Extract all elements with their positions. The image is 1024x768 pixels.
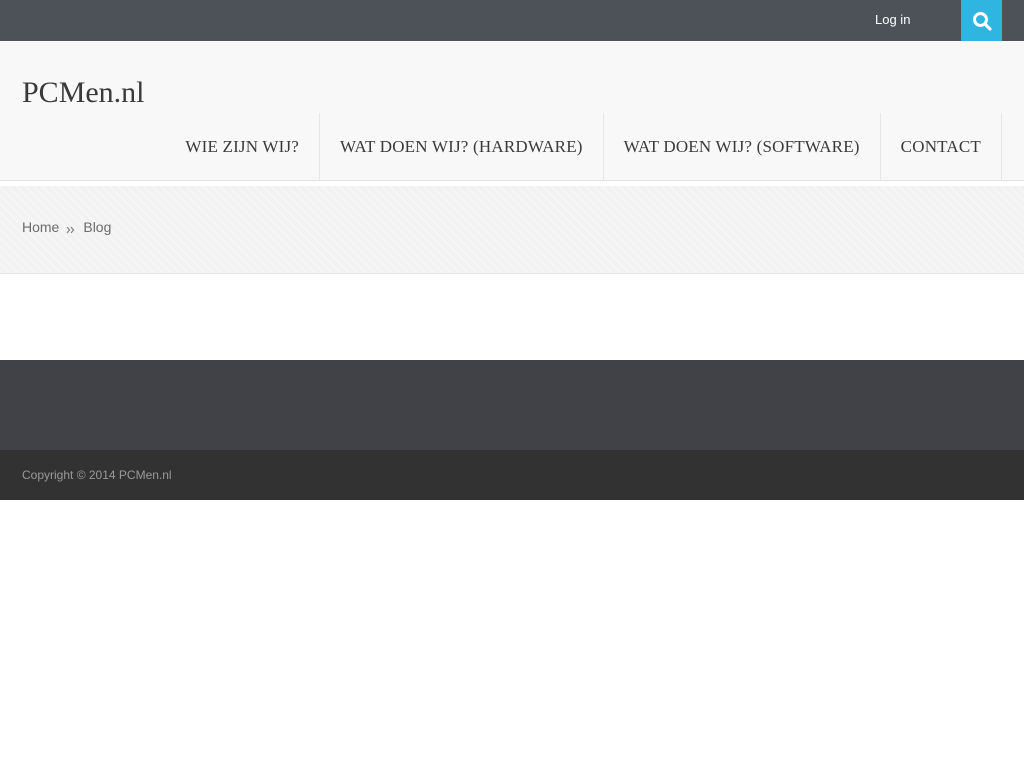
- site-header: PCMen.nl WIE ZIJN WIJ? WAT DOEN WIJ? (HA…: [0, 41, 1024, 181]
- login-link[interactable]: Log in: [875, 12, 910, 28]
- breadcrumb: Home Blog: [22, 219, 111, 235]
- breadcrumb-current: Blog: [83, 219, 112, 235]
- nav-item-wie-zijn-wij[interactable]: WIE ZIJN WIJ?: [185, 113, 321, 181]
- nav-item-hardware[interactable]: WAT DOEN WIJ? (HARDWARE): [320, 113, 604, 181]
- footer-widgets-area: [0, 360, 1024, 450]
- nav-item-software[interactable]: WAT DOEN WIJ? (SOFTWARE): [604, 113, 881, 181]
- footer-bottom: Copyright © 2014 PCMen.nl: [0, 450, 1024, 500]
- breadcrumb-band: Home Blog: [0, 186, 1024, 274]
- breadcrumb-home-link[interactable]: Home: [22, 219, 59, 235]
- main-navigation: WIE ZIJN WIJ? WAT DOEN WIJ? (HARDWARE) W…: [185, 113, 1002, 181]
- top-bar: Log in: [0, 0, 1024, 41]
- site-logo[interactable]: PCMen.nl: [22, 76, 145, 110]
- search-button[interactable]: [961, 0, 1002, 41]
- copyright-text: Copyright © 2014 PCMen.nl: [22, 468, 172, 482]
- nav-item-contact[interactable]: CONTACT: [881, 113, 1002, 181]
- double-chevron-icon: [66, 222, 76, 234]
- search-icon: [972, 11, 992, 31]
